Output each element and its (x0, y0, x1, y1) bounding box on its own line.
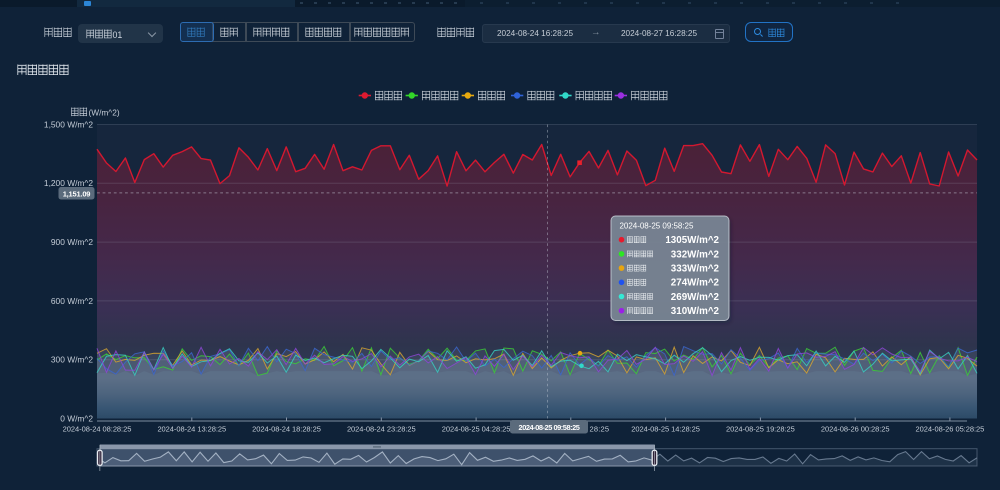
svg-text:600 W/m^2: 600 W/m^2 (51, 296, 93, 306)
svg-text:2024-08-24 13:28:25: 2024-08-24 13:28:25 (157, 425, 226, 434)
svg-text:1,500 W/m^2: 1,500 W/m^2 (44, 119, 93, 129)
svg-text:0 W/m^2: 0 W/m^2 (60, 413, 93, 423)
svg-text:333W/m^2: 333W/m^2 (671, 264, 720, 275)
svg-text:2024-08-25 09:58:25: 2024-08-25 09:58:25 (620, 222, 694, 231)
svg-text:2024-08-24 23:28:25: 2024-08-24 23:28:25 (347, 425, 416, 434)
svg-text:2024-08-25 14:28:25: 2024-08-25 14:28:25 (631, 425, 700, 434)
svg-text:2024-08-24 18:28:25: 2024-08-24 18:28:25 (252, 425, 321, 434)
svg-text:1,151.09: 1,151.09 (63, 189, 91, 198)
svg-text:2024-08-25 09:58:25: 2024-08-25 09:58:25 (519, 423, 580, 432)
svg-text:2024-08-26 00:28:25: 2024-08-26 00:28:25 (821, 425, 890, 434)
svg-text:274W/m^2: 274W/m^2 (671, 278, 720, 289)
svg-text:2024-08-25 19:28:25: 2024-08-25 19:28:25 (726, 425, 795, 434)
svg-text:2024-08-25 04:28:25: 2024-08-25 04:28:25 (442, 425, 511, 434)
svg-text:300 W/m^2: 300 W/m^2 (51, 355, 93, 365)
svg-text:(W/m^2): (W/m^2) (89, 107, 120, 117)
svg-text:1305W/m^2: 1305W/m^2 (665, 235, 719, 246)
svg-text:269W/m^2: 269W/m^2 (671, 292, 720, 303)
svg-text:310W/m^2: 310W/m^2 (671, 306, 720, 317)
svg-text:1,200 W/m^2: 1,200 W/m^2 (44, 178, 93, 188)
svg-text:2024-08-24 08:28:25: 2024-08-24 08:28:25 (63, 425, 132, 434)
svg-text:2024-08-26 05:28:25: 2024-08-26 05:28:25 (916, 425, 985, 434)
svg-text:28:25: 28:25 (590, 425, 610, 434)
svg-text:332W/m^2: 332W/m^2 (671, 249, 720, 260)
svg-text:900 W/m^2: 900 W/m^2 (51, 237, 93, 247)
